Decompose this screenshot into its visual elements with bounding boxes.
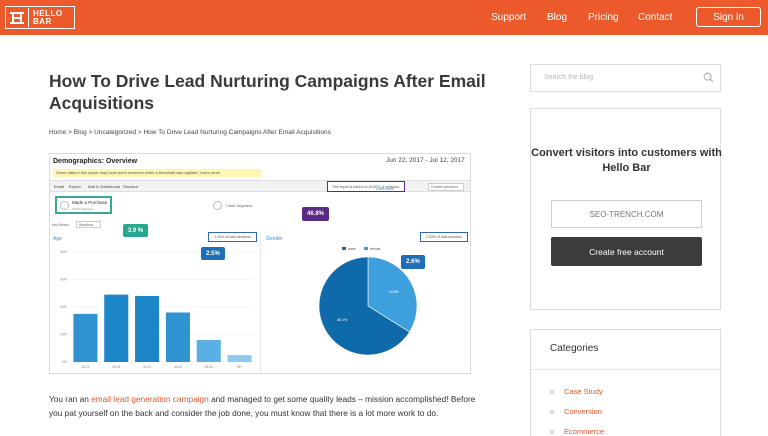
sign-in-button[interactable]: Sign in: [696, 7, 761, 27]
blog-search[interactable]: Search the blog: [530, 64, 721, 92]
signup-promo: Convert visitors into customers with Hel…: [530, 108, 722, 310]
body-text-before: You ran an: [49, 394, 92, 404]
age-x-tick-label: 65+: [237, 365, 243, 369]
age-y-tick-label: 40%: [60, 250, 67, 254]
age-y-tick-label: 0%: [62, 360, 67, 364]
age-x-tick-label: 35-44: [143, 365, 151, 369]
nav-pricing[interactable]: Pricing: [588, 12, 619, 23]
website-url-field[interactable]: SEO-TRENCH.COM: [551, 200, 702, 228]
categories-divider: [531, 369, 720, 370]
age-bar: [73, 313, 98, 362]
age-x-tick-label: 45-54: [174, 365, 182, 369]
bubble-segment: 3.9 %: [123, 224, 148, 237]
hello-bar-logo-icon: [6, 8, 28, 28]
age-x-tick-label: 25-34: [112, 365, 120, 369]
categories-widget: Categories Case Study Conversion Ecommer…: [530, 329, 721, 436]
age-bar: [165, 312, 190, 362]
site-header: HELLO BAR Support Blog Pricing Contact S…: [0, 0, 768, 35]
category-ecommerce[interactable]: Ecommerce: [550, 427, 604, 436]
bubble-age: 2.5%: [201, 247, 225, 260]
age-y-tick-label: 10%: [60, 333, 67, 337]
article-title: How To Drive Lead Nurturing Campaigns Af…: [49, 71, 486, 113]
category-conversion[interactable]: Conversion: [550, 407, 602, 416]
bubble-sampling: 46.8%: [302, 207, 329, 221]
promo-title: Convert visitors into customers with Hel…: [531, 147, 722, 174]
age-x-tick-label: 18-24: [81, 365, 89, 369]
nav-blog[interactable]: Blog: [547, 12, 567, 23]
bullet-icon: [550, 429, 554, 434]
email-lead-generation-link[interactable]: email lead generation campaign: [91, 394, 209, 404]
logo-wordmark: HELLO BAR: [28, 8, 63, 27]
category-label: Case Study: [564, 387, 603, 396]
bullet-icon: [550, 409, 554, 414]
gender-legend-label: male: [348, 247, 356, 251]
category-label: Ecommerce: [564, 427, 605, 436]
search-icon[interactable]: [703, 72, 714, 83]
age-y-tick-label: 20%: [60, 305, 67, 309]
age-bar: [135, 296, 160, 362]
nav-support[interactable]: Support: [491, 12, 526, 23]
gender-legend-swatch: [364, 247, 368, 250]
gender-legend-label: female: [370, 247, 381, 251]
nav-contact[interactable]: Contact: [638, 12, 672, 23]
categories-title: Categories: [550, 343, 599, 354]
gender-slice-label: 33.9%: [389, 290, 399, 294]
category-case-study[interactable]: Case Study: [550, 387, 603, 396]
gender-slice-label: 66.1%: [337, 318, 347, 322]
breadcrumb[interactable]: Home > Blog > Uncategorized > How To Dri…: [49, 129, 331, 136]
bubble-gender: 2.6%: [401, 255, 425, 269]
gender-legend-swatch: [342, 247, 346, 250]
create-account-button[interactable]: Create free account: [551, 237, 702, 266]
age-y-tick-label: 30%: [60, 278, 67, 282]
search-input[interactable]: Search the blog: [544, 74, 593, 81]
hello-bar-logo[interactable]: HELLO BAR: [5, 6, 75, 29]
age-x-tick-label: 55-64: [205, 365, 213, 369]
age-bar: [104, 294, 129, 362]
age-bar: [227, 355, 252, 362]
analytics-screenshot: Demographics: Overview Jun 22, 2017 - Ju…: [49, 153, 471, 374]
bullet-icon: [550, 389, 554, 394]
article-body: You ran an email lead generation campaig…: [49, 392, 479, 420]
category-label: Conversion: [564, 407, 602, 416]
age-bar: [196, 340, 221, 362]
